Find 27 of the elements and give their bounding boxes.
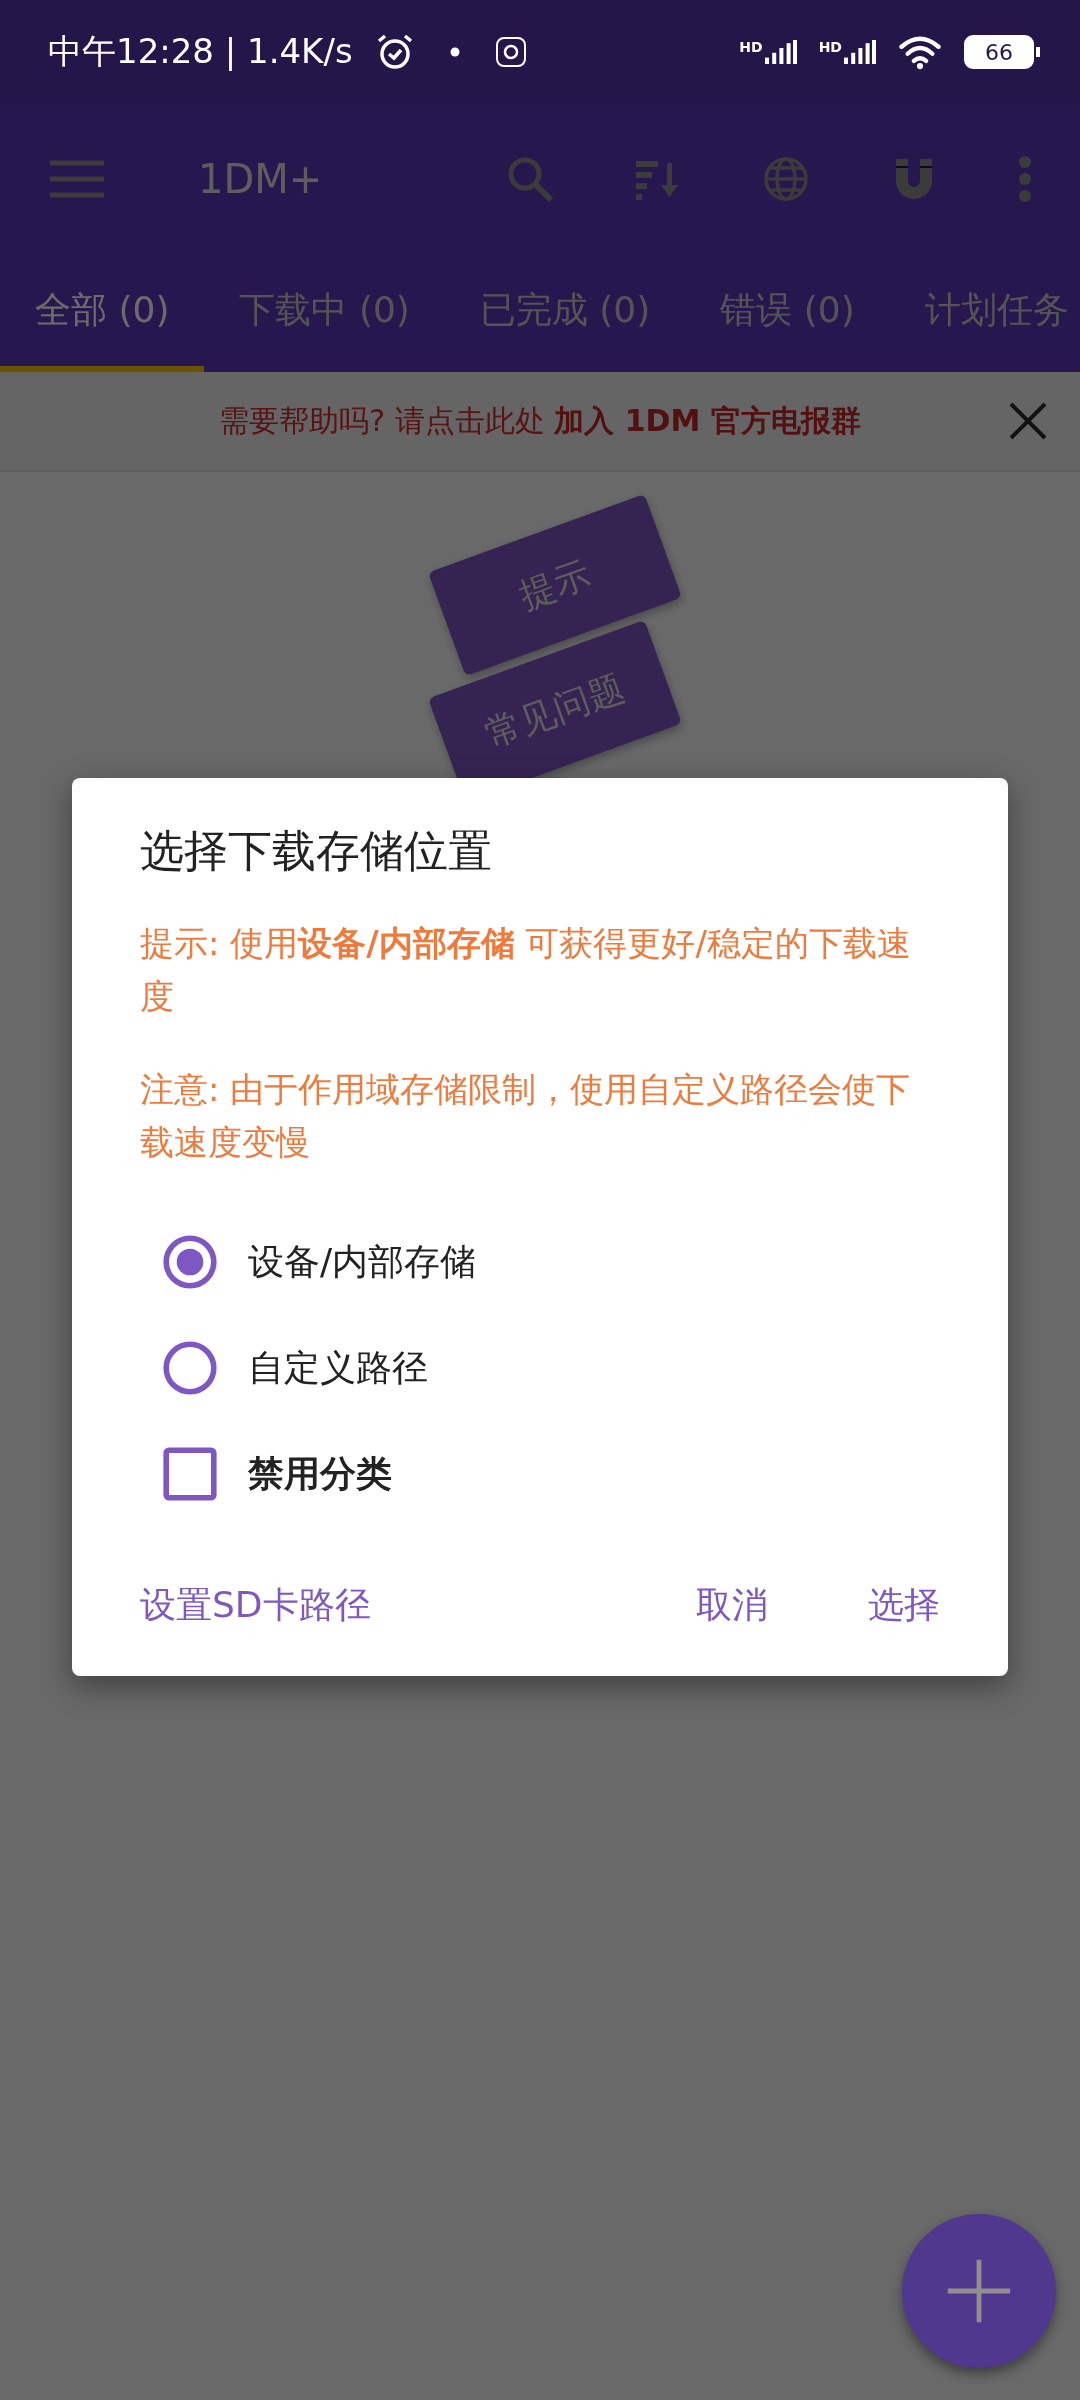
more-icon[interactable] [1018,155,1032,203]
radio-button[interactable] [162,1234,218,1290]
checkbox[interactable] [162,1446,218,1502]
wifi-icon [898,34,942,70]
option-label[interactable]: 自定义路径 [248,1343,428,1393]
dialog-title: 选择下载存储位置 [140,824,493,878]
notification-icon [448,46,461,58]
menu-icon[interactable] [50,159,104,199]
status-time: 中午12:28 | 1.4K/s [48,30,353,73]
close-icon[interactable] [1008,401,1048,441]
sd-card-path-button[interactable]: 设置SD卡路径 [140,1565,371,1646]
radio-button[interactable] [162,1340,218,1396]
app-title: 1DM+ [198,156,323,202]
network-label: HD [739,39,763,55]
option-label[interactable]: 设备/内部存储 [248,1237,477,1287]
search-icon[interactable] [506,155,554,203]
signal-icon [844,39,876,65]
dialog-button[interactable]: 取消 [696,1565,768,1646]
network-label: HD [818,39,842,55]
warning-text: 注意: 由于作用域存储限制，使用自定义路径会使下载速度变慢 [140,1068,912,1164]
battery-level: 66 [985,39,1013,65]
dialog-button[interactable]: 选择 [868,1565,940,1646]
app-icon [494,36,527,68]
checkbox-label[interactable]: 禁用分类 [248,1449,392,1499]
signal-icon [764,39,797,65]
globe-icon[interactable] [762,155,810,203]
warning-text: 提示: 使用设备/内部存储 可获得更好/稳定的下载速度 [140,922,912,1018]
